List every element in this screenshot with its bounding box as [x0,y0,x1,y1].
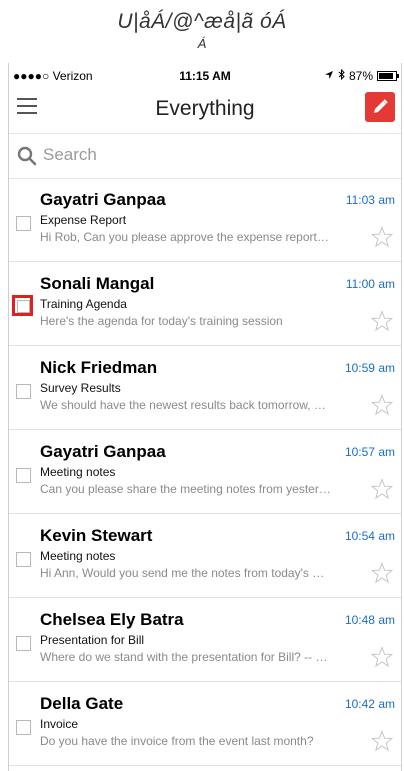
email-subject: Expense Report [40,213,127,227]
compose-button[interactable] [365,92,395,122]
email-preview: Where do we stand with the presentation … [40,650,328,664]
email-preview: Hi Rob, Can you please approve the expen… [40,230,329,244]
sender-name: Gayatri Ganpaa [40,442,166,461]
battery-percent: 87% [348,69,373,83]
email-row[interactable]: Della Gate 10:42 am Invoice Do you have … [9,682,401,766]
email-row[interactable]: Chelsea Ely Batra 10:48 am Presentation … [9,598,401,682]
select-checkbox[interactable] [16,552,31,567]
email-subject: Meeting notes [40,549,116,563]
caption: U|åÁ/@^æå|ã óÁ Á [0,0,404,52]
star-icon[interactable] [371,478,393,500]
email-time: 10:54 am [344,529,395,543]
sender-name: Gayatri Ganpaa [40,190,166,209]
select-checkbox[interactable] [16,636,31,651]
nav-bar: Everything [9,87,401,133]
select-checkbox[interactable] [16,468,31,483]
search-icon [17,146,37,166]
sender-name: Nick Friedman [40,358,158,377]
select-checkbox[interactable] [16,720,31,735]
search-input[interactable] [43,144,373,166]
bluetooth-icon [338,68,345,83]
sender-name: Kevin Stewart [40,526,153,545]
email-subject: Invoice [40,717,79,731]
select-checkbox[interactable] [16,384,31,399]
pencil-icon [374,99,388,113]
email-row[interactable]: Kevin Stewart 10:54 am Meeting notes Hi … [9,514,401,598]
email-subject: Training Agenda [40,297,127,311]
email-preview: Can you please share the meeting notes f… [40,482,331,496]
email-list: Gayatri Ganpaa 11:03 am Expense Report H… [9,178,401,766]
star-icon[interactable] [371,562,393,584]
caption-line-1: U|åÁ/@^æå|ã óÁ [117,10,287,33]
sender-name: Chelsea Ely Batra [40,610,184,629]
email-row[interactable]: Nick Friedman 10:59 am Survey Results We… [9,346,401,430]
star-icon[interactable] [371,226,393,248]
email-subject: Presentation for Bill [40,633,145,647]
caption-line-2: Á [197,36,207,51]
email-time: 10:57 am [344,445,395,459]
sender-name: Sonali Mangal [40,274,155,293]
email-preview: Do you have the invoice from the event l… [40,734,314,748]
status-right: 87% [324,68,399,83]
email-preview: Hi Ann, Would you send me the notes from… [40,566,325,580]
phone-screen: ●●●●○ Verizon 11:15 AM 87% Everything Se… [8,63,402,771]
location-icon [324,69,334,83]
email-row[interactable]: Gayatri Ganpaa 10:57 am Meeting notes Ca… [9,430,401,514]
star-icon[interactable] [371,394,393,416]
email-preview: Here's the agenda for today's training s… [40,314,283,328]
email-time: 10:48 am [344,613,395,627]
email-subject: Meeting notes [40,465,116,479]
search-bar [9,133,401,179]
email-time: 10:59 am [344,361,395,375]
page-title: Everything [155,97,255,120]
email-time: 10:42 am [344,697,395,711]
star-icon[interactable] [371,310,393,332]
email-time: 11:03 am [345,193,395,207]
star-icon[interactable] [371,646,393,668]
sender-name: Della Gate [40,694,124,713]
select-checkbox[interactable] [12,295,33,316]
email-row[interactable]: Gayatri Ganpaa 11:03 am Expense Report H… [9,178,401,262]
status-bar: ●●●●○ Verizon 11:15 AM 87% [9,63,401,87]
battery-icon [377,71,399,81]
select-checkbox[interactable] [16,216,31,231]
email-preview: We should have the newest results back t… [40,398,326,412]
star-icon[interactable] [371,730,393,752]
email-time: 11:00 am [345,277,395,291]
email-subject: Survey Results [40,381,121,395]
email-row[interactable]: Sonali Mangal 11:00 am Training Agenda H… [9,262,401,346]
